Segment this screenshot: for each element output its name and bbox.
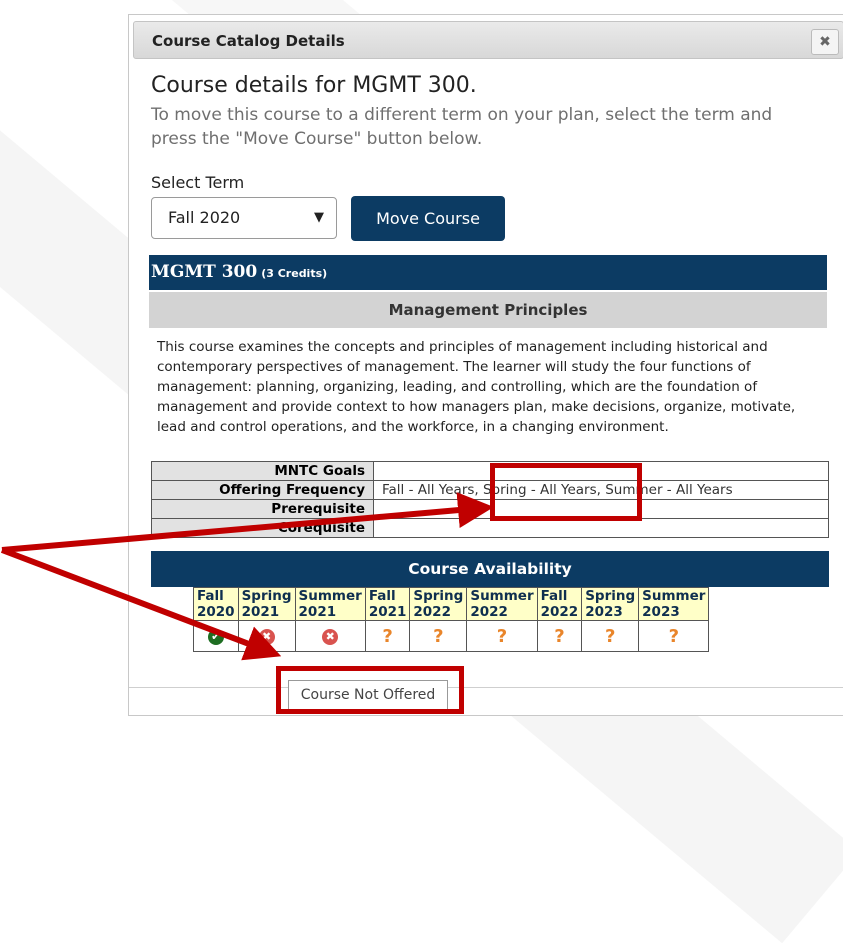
term-year: 2023 <box>585 604 623 620</box>
course-code: MGMT 300 <box>151 262 258 282</box>
table-row: Offering Frequency Fall - All Years, Spr… <box>151 480 829 500</box>
question-icon[interactable]: ? <box>382 626 392 647</box>
term-year: 2022 <box>470 604 508 620</box>
course-code-group: MGMT 300 (3 Credits) <box>151 262 327 282</box>
table-row: ✔ ✖ ✖?????? <box>193 620 710 652</box>
info-label: MNTC Goals <box>151 461 374 481</box>
page-title: Course details for MGMT 300. <box>151 73 477 98</box>
table-row: Corequisite <box>151 518 829 538</box>
term-header: Summer 2023 <box>638 587 710 621</box>
table-row: Prerequisite <box>151 499 829 519</box>
table-row: Fall 2020 Spring 2021 Summer 2021 Fall 2021 Spri… <box>193 587 710 621</box>
term-season: Spring <box>413 588 464 604</box>
term-year: 2021 <box>368 604 407 620</box>
chevron-down-icon: ▼ <box>314 210 324 225</box>
term-select[interactable]: Fall 2020 ▼ <box>151 197 337 239</box>
term-header: Fall 2022 <box>536 587 583 621</box>
dialog-title: Course Catalog Details <box>152 32 345 50</box>
term-status-cell: ? <box>581 620 640 652</box>
term-status-cell: ? <box>536 620 583 652</box>
course-catalog-dialog: Course Catalog Details ✖ Course details … <box>128 14 843 716</box>
question-icon[interactable]: ? <box>497 626 507 647</box>
term-select-value: Fall 2020 <box>168 208 241 227</box>
course-name: Management Principles <box>149 292 827 328</box>
term-status-cell: ✔ <box>193 620 239 652</box>
term-year: 2022 <box>540 604 579 620</box>
term-status-cell: ? <box>409 620 468 652</box>
info-value <box>373 461 829 481</box>
info-value: Fall - All Years, Spring - All Years, Su… <box>373 480 829 500</box>
term-header: Spring 2021 <box>237 587 296 621</box>
question-icon[interactable]: ? <box>554 626 564 647</box>
term-header: Spring 2023 <box>581 587 640 621</box>
info-label: Corequisite <box>151 518 374 538</box>
term-year: 2021 <box>241 604 280 620</box>
question-icon[interactable]: ? <box>433 626 443 647</box>
divider <box>129 687 843 688</box>
move-course-button[interactable]: Move Course <box>351 196 505 241</box>
info-label: Prerequisite <box>151 499 374 519</box>
term-status-cell: ? <box>638 620 710 652</box>
term-year: 2022 <box>413 604 451 620</box>
term-season: Fall <box>540 588 568 604</box>
term-status-cell: ? <box>364 620 411 652</box>
question-icon[interactable]: ? <box>669 626 679 647</box>
term-season: Fall <box>197 588 224 604</box>
term-year: 2023 <box>642 604 680 620</box>
course-description: This course examines the concepts and pr… <box>157 339 796 435</box>
availability-title: Course Availability <box>151 551 829 587</box>
info-label: Offering Frequency <box>151 480 374 500</box>
term-season: Summer <box>470 588 534 604</box>
term-status-cell: ? <box>466 620 538 652</box>
dialog-titlebar: Course Catalog Details ✖ <box>133 21 843 59</box>
check-icon[interactable]: ✔ <box>207 628 224 645</box>
x-circle-icon[interactable]: ✖ <box>258 628 275 645</box>
term-header: Summer 2022 <box>466 587 538 621</box>
info-value <box>373 499 829 519</box>
instructions-text: To move this course to a different term … <box>151 105 773 149</box>
info-value <box>373 518 829 538</box>
term-season: Summer <box>298 588 362 604</box>
course-info-table: MNTC Goals Offering Frequency Fall - All… <box>151 461 829 538</box>
term-header: Fall 2021 <box>364 587 411 621</box>
term-status-cell: ✖ <box>294 620 366 652</box>
term-season: Spring <box>585 588 636 604</box>
term-season: Fall <box>368 588 396 604</box>
term-season: Summer <box>642 588 706 604</box>
term-header: Fall 2020 <box>193 587 239 621</box>
question-icon[interactable]: ? <box>605 626 615 647</box>
close-icon[interactable]: ✖ <box>811 29 839 55</box>
term-header: Summer 2021 <box>294 587 366 621</box>
availability-table: Fall 2020 Spring 2021 Summer 2021 Fall 2021 Spri… <box>193 587 710 652</box>
course-credits: (3 Credits) <box>261 267 328 280</box>
course-header: MGMT 300 (3 Credits) <box>149 255 827 290</box>
term-status-cell: ✖ <box>237 620 296 652</box>
term-year: 2021 <box>298 604 337 620</box>
tooltip: Course Not Offered <box>288 680 448 710</box>
x-circle-icon[interactable]: ✖ <box>322 628 339 645</box>
table-row: MNTC Goals <box>151 461 829 481</box>
term-year: 2020 <box>197 604 235 620</box>
term-header: Spring 2022 <box>409 587 468 621</box>
term-season: Spring <box>241 588 292 604</box>
select-term-label: Select Term <box>151 173 245 192</box>
